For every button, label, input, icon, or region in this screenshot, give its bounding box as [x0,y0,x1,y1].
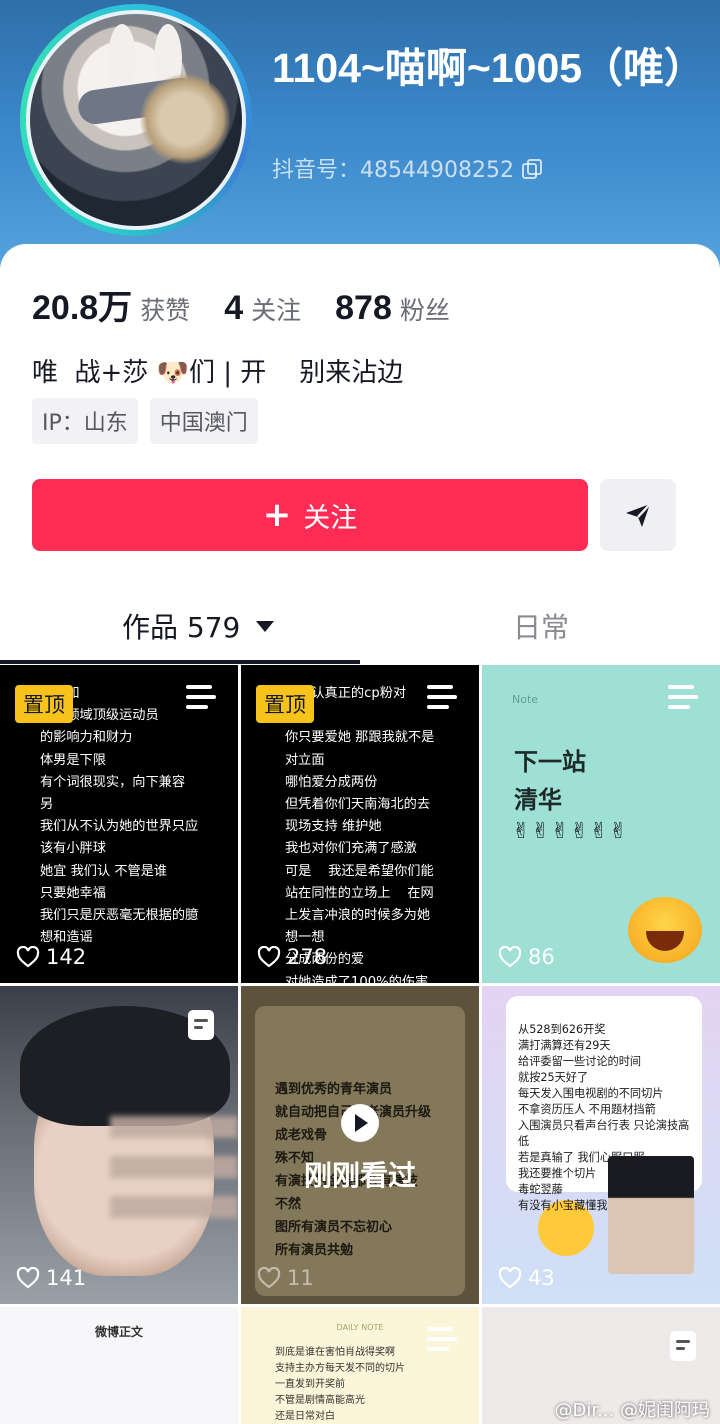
note-icon [668,1006,698,1034]
heart-icon [16,946,40,968]
tab-daily[interactable]: 日常 [513,606,569,646]
tag-ip: IP：山东 [32,398,138,444]
post-tile[interactable]: Note 下一站 清华 ✌✌✌✌✌✌ 86 [482,665,720,983]
stat-followers[interactable]: 878 粉丝 [335,289,450,328]
profile-header: 1104~喵啊~1005（唯） 抖音号：48544908252 [0,0,720,270]
tab-works-label: 作品 579 [122,611,241,644]
heart-icon [257,946,281,968]
post-likes: 11 [257,1266,314,1290]
post-likes: 278 [257,945,327,969]
caret-down-icon [256,620,275,632]
posts-grid: 置顶 怪周知 小球领域顶级运动员 的影响力和财力 体男是下限 有个词很现实，向下… [0,665,720,1424]
stat-following-value: 4 [224,289,244,327]
note-icon [427,1327,457,1355]
copy-icon[interactable] [520,158,542,179]
follow-button[interactable]: + 关注 [32,479,588,551]
post-likes-count: 11 [287,1266,314,1290]
tag-location[interactable]: 中国澳门 [149,398,258,444]
post-likes-count: 86 [528,945,555,969]
stat-likes-value: 20.8万 [32,289,133,327]
douyin-id-text: 抖音号：48544908252 [272,158,514,183]
bio: 唯 战+莎 🐶们 | 开 别来沾边 [32,358,404,388]
note-icon [427,685,457,713]
stat-followers-value: 878 [335,289,392,327]
post-tile[interactable]: 微博正文 [0,1307,238,1424]
post-text: 不否认真正的cp粉对 的爱 你只要爱她 那跟我就不是 对立面 哪怕爱分成两份 但… [285,686,435,983]
note-icon [186,685,216,713]
post-tile[interactable]: DAILY NOTE 到底是谁在害怕肖战得奖啊 支持主办方每天发不同的切片 一直… [241,1307,479,1424]
post-likes: 142 [16,945,86,969]
pinned-badge: 置顶 [15,685,73,723]
post-text: 下一站 清华 [514,748,586,814]
heart-icon [498,946,522,968]
victory-hands: ✌✌✌✌✌✌ [512,819,629,844]
note-icon [668,685,698,713]
stat-followers-label: 粉丝 [399,296,450,325]
avatar-image [26,10,246,230]
post-likes: 43 [498,1266,555,1290]
douyin-id[interactable]: 抖音号：48544908252 [272,152,542,184]
tab-works[interactable]: 作品 579 [122,606,275,646]
post-tile[interactable]: 遇到优秀的青年演员 就自动把自己从老演员升级 成老戏骨 殊不知 有演技的金钱都会… [241,986,479,1304]
stat-following-label: 关注 [251,296,302,325]
heart-icon [498,1267,522,1289]
post-tile[interactable]: 置顶 怪周知 小球领域顶级运动员 的影响力和财力 体男是下限 有个词很现实，向下… [0,665,238,983]
document-icon [188,1010,214,1040]
post-likes-count: 278 [287,945,328,969]
note-label: Note [512,693,539,706]
play-icon[interactable] [341,1104,379,1142]
pinned-badge: 置顶 [256,685,314,723]
watermark: @Dir... @妮闺阿玛 [554,1400,711,1421]
post-header: 微博正文 [94,1325,143,1339]
nickname: 1104~喵啊~1005（唯） [272,45,706,91]
plus-icon: + [262,495,292,535]
document-icon [670,1331,696,1361]
profile-tags: IP：山东 中国澳门 [32,398,258,444]
send-icon [626,503,651,527]
heart-icon [16,1267,40,1289]
laughing-face-icon [628,897,702,963]
stat-likes[interactable]: 20.8万 获赞 [32,280,190,329]
post-text: 到底是谁在害怕肖战得奖啊 支持主办方每天发不同的切片 一直发到开奖前 不管是剧情… [275,1347,405,1422]
share-button[interactable] [600,479,676,551]
follow-label: 关注 [303,502,358,534]
avatar[interactable] [20,4,252,236]
just-watched-label: 刚刚看过 [303,1159,416,1192]
post-tile[interactable]: 从528到626开奖 满打满算还有29天 给评委留一些讨论的时间 就按25天好了… [482,986,720,1304]
post-tile[interactable]: 141 [0,986,238,1304]
stats-row: 20.8万 获赞 4 关注 878 粉丝 [32,280,450,329]
stat-following[interactable]: 4 关注 [224,289,301,328]
content-tabs: 作品 579 日常 [0,594,720,664]
stat-likes-label: 获赞 [140,296,191,325]
post-likes-count: 142 [46,945,87,969]
post-likes: 141 [16,1266,86,1290]
post-likes-count: 141 [46,1266,87,1290]
watched-overlay [241,986,479,1304]
post-likes: 86 [498,945,555,969]
tab-active-indicator [0,660,360,664]
heart-icon [257,1267,281,1289]
post-likes-count: 43 [528,1266,555,1290]
post-tile[interactable]: 置顶 不否认真正的cp粉对 的爱 你只要爱她 那跟我就不是 对立面 哪怕爱分成两… [241,665,479,983]
post-text: 从528到626开奖 满打满算还有29天 给评委留一些讨论的时间 就按25天好了… [518,1023,690,1212]
